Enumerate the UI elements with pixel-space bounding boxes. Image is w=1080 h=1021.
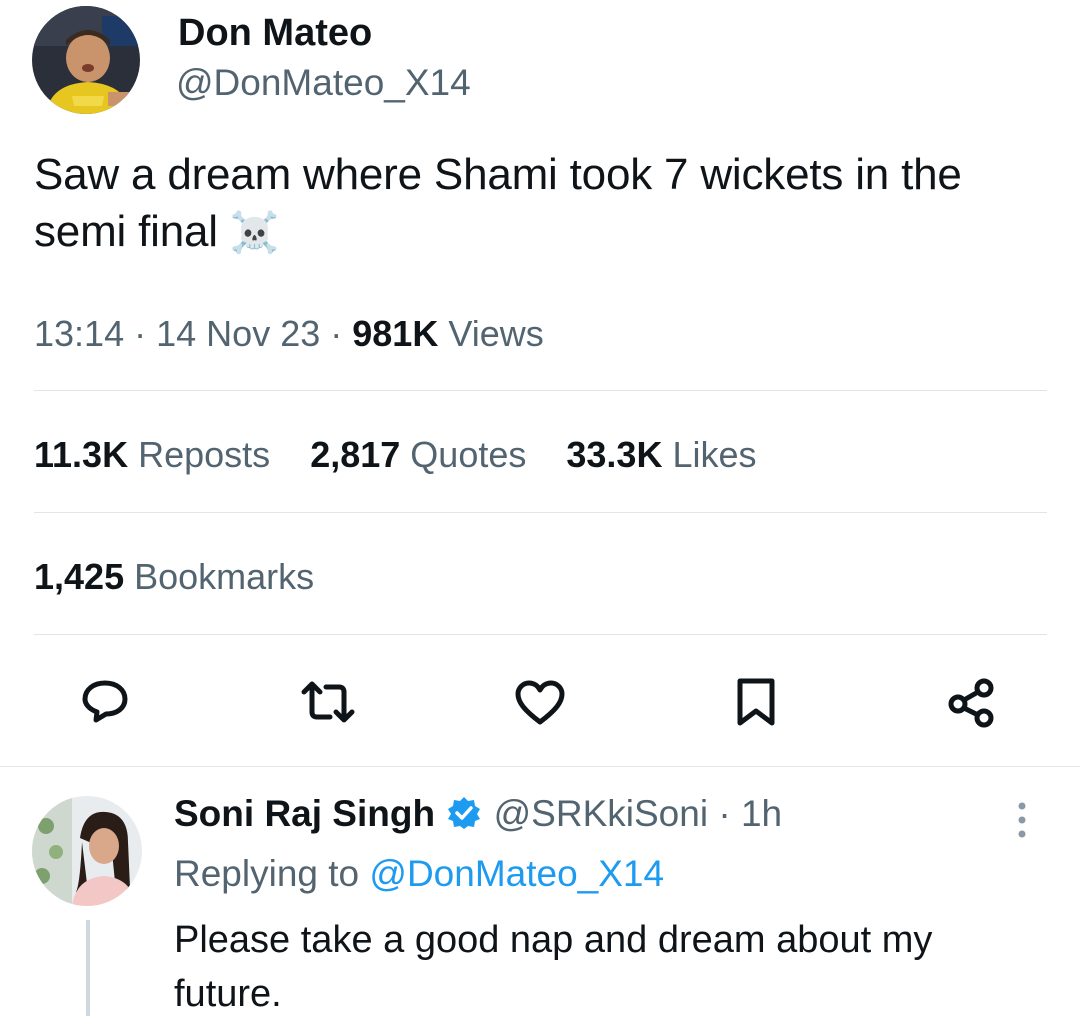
reposts-count: 11.3K xyxy=(34,434,129,475)
meta-separator: · xyxy=(330,313,343,354)
meta-separator: · xyxy=(134,313,147,354)
quotes-label: Quotes xyxy=(410,434,527,475)
more-vertical-icon[interactable] xyxy=(1014,800,1030,840)
reposts-label: Reposts xyxy=(138,434,271,475)
bookmarks-label: Bookmarks xyxy=(134,556,315,597)
replying-to-label: Replying to xyxy=(174,853,360,894)
bookmarks-stat[interactable]: 1,425 Bookmarks xyxy=(34,556,314,598)
reply-header: Soni Raj Singh @SRKkiSoni · 1h xyxy=(174,793,782,835)
reply-separator: · xyxy=(718,793,731,834)
skull-crossbones-icon: ☠️ xyxy=(229,211,280,255)
reply-icon[interactable] xyxy=(80,678,130,724)
tweet-meta: 13:14 · 14 Nov 23 · 981K Views xyxy=(34,313,544,355)
reply-author-handle[interactable]: @SRKkiSoni xyxy=(494,793,708,834)
thread-line xyxy=(86,920,90,1016)
author-handle[interactable]: @DonMateo_X14 xyxy=(176,62,471,104)
quotes-stat[interactable]: 2,817 Quotes xyxy=(310,434,536,475)
views-count: 981K xyxy=(352,313,439,354)
verified-badge-icon xyxy=(447,796,481,830)
tweet-separator xyxy=(0,766,1080,767)
author-name[interactable]: Don Mateo xyxy=(178,12,372,55)
tweet-text-body: Saw a dream where Shami took 7 wickets i… xyxy=(34,150,962,256)
quotes-count: 2,817 xyxy=(310,434,401,475)
author-avatar[interactable] xyxy=(32,6,140,114)
like-icon[interactable] xyxy=(514,680,566,726)
replying-to: Replying to @DonMateo_X14 xyxy=(174,853,664,895)
divider xyxy=(34,634,1047,635)
likes-label: Likes xyxy=(672,434,757,475)
reply-time[interactable]: 1h xyxy=(741,793,782,834)
bookmark-icon[interactable] xyxy=(736,677,776,727)
likes-count: 33.3K xyxy=(566,434,663,475)
reply-author-name[interactable]: Soni Raj Singh xyxy=(174,793,435,834)
views-label: Views xyxy=(448,313,544,354)
reply-text: Please take a good nap and dream about m… xyxy=(174,919,933,1015)
share-icon[interactable] xyxy=(946,676,998,728)
replying-to-handle[interactable]: @DonMateo_X14 xyxy=(369,853,664,894)
engagement-stats: 11.3K Reposts 2,817 Quotes 33.3K Likes xyxy=(34,434,757,476)
tweet-time[interactable]: 13:14 xyxy=(34,313,124,354)
tweet-text: Saw a dream where Shami took 7 wickets i… xyxy=(34,146,1044,262)
reply-author-avatar[interactable] xyxy=(32,796,142,906)
likes-stat[interactable]: 33.3K Likes xyxy=(566,434,756,475)
divider xyxy=(34,512,1047,513)
repost-icon[interactable] xyxy=(300,680,356,724)
bookmarks-count: 1,425 xyxy=(34,556,125,597)
divider xyxy=(34,390,1047,391)
tweet-date[interactable]: 14 Nov 23 xyxy=(156,313,320,354)
reposts-stat[interactable]: 11.3K Reposts xyxy=(34,434,280,475)
